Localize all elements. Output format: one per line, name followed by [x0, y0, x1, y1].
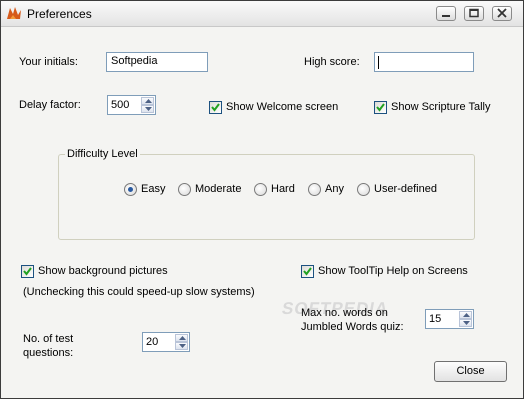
delay-spinner[interactable]: 500	[107, 95, 156, 115]
checkmark-icon	[303, 267, 312, 276]
max-words-spinner-arrows	[459, 311, 472, 327]
radio-hard[interactable]	[254, 183, 267, 196]
welcome-checkbox[interactable]	[209, 101, 222, 114]
minimize-button[interactable]	[436, 6, 456, 21]
initials-input[interactable]: Softpedia	[106, 52, 208, 72]
background-label: Show background pictures	[38, 265, 168, 277]
max-words-label-line1: Max no. words on	[301, 307, 388, 319]
welcome-label: Show Welcome screen	[226, 101, 339, 113]
text-caret	[378, 56, 379, 69]
radio-any-label: Any	[325, 183, 344, 195]
up-arrow-icon	[145, 99, 152, 103]
delay-up-arrow-button[interactable]	[141, 97, 154, 105]
questions-spinner-arrows	[175, 334, 188, 350]
close-icon	[497, 8, 507, 18]
down-arrow-icon	[179, 344, 186, 348]
questions-down-arrow-button[interactable]	[175, 342, 188, 350]
max-words-label-line2: Jumbled Words quiz:	[301, 321, 404, 333]
speed-note: (Unchecking this could speed-up slow sys…	[23, 286, 255, 298]
max-words-up-arrow-button[interactable]	[459, 311, 472, 319]
radio-hard-label: Hard	[271, 183, 295, 195]
minimize-icon	[442, 15, 450, 17]
questions-up-arrow-button[interactable]	[175, 334, 188, 342]
radio-easy-label: Easy	[141, 183, 166, 195]
delay-spinner-arrows	[141, 97, 154, 113]
close-button[interactable]: Close	[434, 361, 507, 382]
preferences-window: Preferences Your initials: Softpedia Hig…	[0, 0, 524, 399]
checkmark-icon	[376, 103, 385, 112]
radio-selected-dot	[128, 187, 133, 192]
difficulty-title: Difficulty Level	[65, 148, 140, 160]
questions-spinner[interactable]: 20	[142, 332, 190, 352]
radio-user-defined[interactable]	[357, 183, 370, 196]
radio-user-defined-label: User-defined	[374, 183, 437, 195]
checkmark-icon	[23, 267, 32, 276]
questions-label-line1: No. of test	[23, 333, 74, 345]
difficulty-groupbox	[58, 154, 475, 240]
close-window-button[interactable]	[492, 6, 512, 21]
window-title: Preferences	[27, 7, 92, 21]
dialog-body: Your initials: Softpedia High score: Del…	[1, 27, 523, 398]
up-arrow-icon	[179, 336, 186, 340]
up-arrow-icon	[463, 313, 470, 317]
max-words-value: 15	[429, 313, 442, 325]
radio-moderate[interactable]	[178, 183, 191, 196]
app-icon	[7, 7, 21, 19]
radio-any[interactable]	[308, 183, 321, 196]
maximize-button[interactable]	[464, 6, 484, 21]
initials-value: Softpedia	[111, 55, 158, 67]
radio-moderate-label: Moderate	[195, 183, 242, 195]
down-arrow-icon	[145, 107, 152, 111]
scripture-checkbox[interactable]	[374, 101, 387, 114]
delay-down-arrow-button[interactable]	[141, 105, 154, 113]
delay-label: Delay factor:	[19, 99, 81, 111]
initials-label: Your initials:	[19, 56, 78, 68]
maximize-icon	[469, 8, 479, 18]
max-words-down-arrow-button[interactable]	[459, 319, 472, 327]
checkmark-icon	[211, 103, 220, 112]
high-score-label: High score:	[304, 56, 360, 68]
radio-easy[interactable]	[124, 183, 137, 196]
questions-value: 20	[146, 336, 159, 348]
tooltip-checkbox[interactable]	[301, 265, 314, 278]
questions-label-line2: questions:	[23, 347, 74, 359]
tooltip-label: Show ToolTip Help on Screens	[318, 265, 468, 277]
background-checkbox[interactable]	[21, 265, 34, 278]
delay-value: 500	[111, 99, 130, 111]
scripture-label: Show Scripture Tally	[391, 101, 491, 113]
title-bar[interactable]: Preferences	[1, 1, 523, 27]
max-words-spinner[interactable]: 15	[425, 309, 474, 329]
high-score-input[interactable]	[374, 52, 474, 72]
down-arrow-icon	[463, 321, 470, 325]
